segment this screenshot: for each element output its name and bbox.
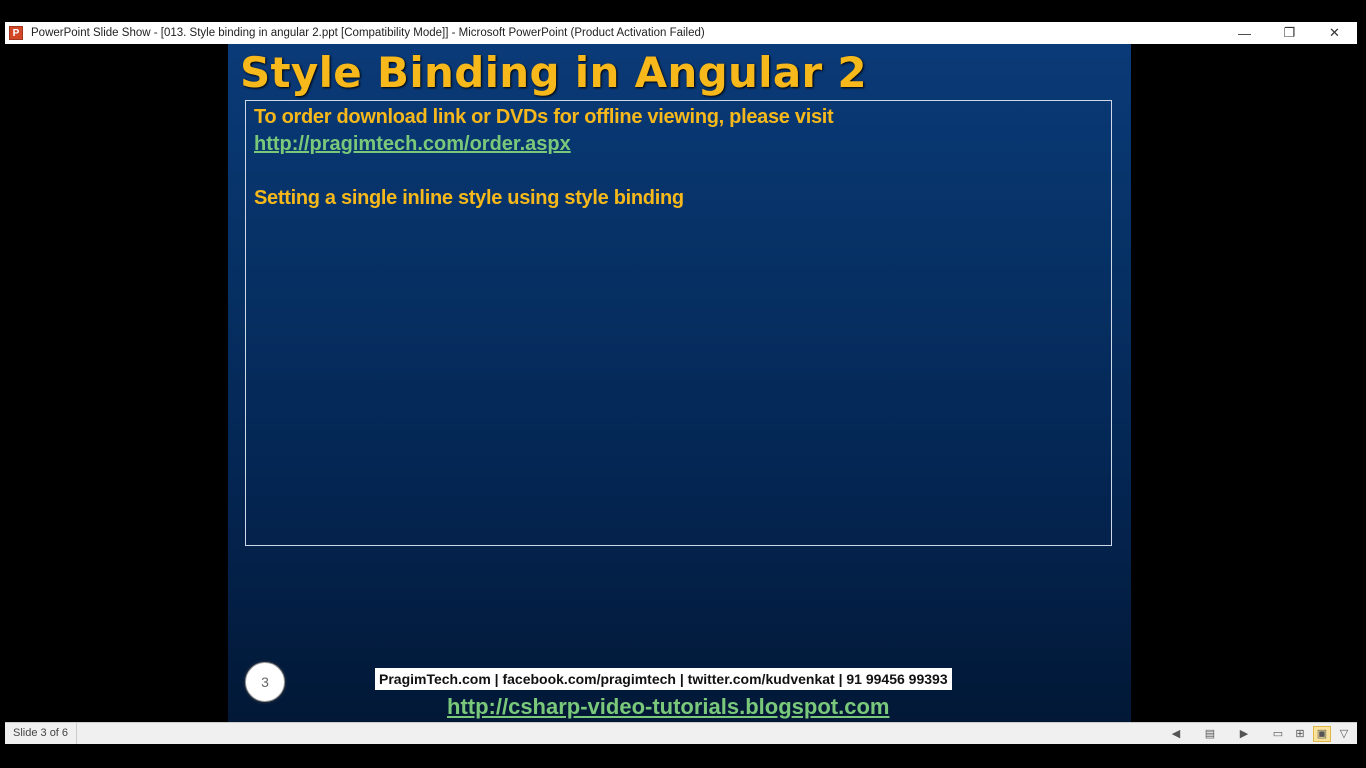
normal-view-icon[interactable]: ▭ xyxy=(1269,726,1287,742)
window-controls: — ❐ ✕ xyxy=(1222,22,1357,44)
powerpoint-window: P PowerPoint Slide Show - [013. Style bi… xyxy=(5,22,1357,744)
order-link[interactable]: http://pragimtech.com/order.aspx xyxy=(254,133,571,156)
topic-text: Setting a single inline style using styl… xyxy=(254,187,684,209)
slide[interactable]: Style Binding in Angular 2 To order down… xyxy=(228,44,1131,722)
window-title: PowerPoint Slide Show - [013. Style bind… xyxy=(31,27,705,39)
status-bar: Slide 3 of 6 ◀ ▤ ▶ ▭ ⊞ ▣ ▽ xyxy=(5,722,1357,744)
blog-link[interactable]: http://csharp-video-tutorials.blogspot.c… xyxy=(447,694,889,720)
slide-position-indicator: Slide 3 of 6 xyxy=(5,723,78,744)
title-bar: P PowerPoint Slide Show - [013. Style bi… xyxy=(5,22,1357,44)
powerpoint-icon: P xyxy=(9,26,23,40)
footer-contact-bar: PragimTech.com | facebook.com/pragimtech… xyxy=(375,668,952,690)
slide-number-badge: 3 xyxy=(245,662,285,702)
minimize-button[interactable]: — xyxy=(1222,22,1267,44)
reading-view-icon[interactable]: ▣ xyxy=(1313,725,1331,742)
slide-menu-icon[interactable]: ▤ xyxy=(1201,726,1219,742)
slide-sorter-icon[interactable]: ⊞ xyxy=(1291,726,1309,742)
restore-button[interactable]: ❐ xyxy=(1267,22,1312,44)
next-slide-icon[interactable]: ▶ xyxy=(1235,726,1253,742)
slideshow-view-icon[interactable]: ▽ xyxy=(1335,726,1353,742)
previous-slide-icon[interactable]: ◀ xyxy=(1167,726,1185,742)
content-box: To order download link or DVDs for offli… xyxy=(245,100,1112,546)
order-text: To order download link or DVDs for offli… xyxy=(254,106,834,128)
slide-show-area[interactable]: Style Binding in Angular 2 To order down… xyxy=(5,44,1357,722)
status-icons: ◀ ▤ ▶ ▭ ⊞ ▣ ▽ xyxy=(1163,723,1353,744)
slide-title: Style Binding in Angular 2 xyxy=(240,48,867,97)
close-button[interactable]: ✕ xyxy=(1312,22,1357,44)
